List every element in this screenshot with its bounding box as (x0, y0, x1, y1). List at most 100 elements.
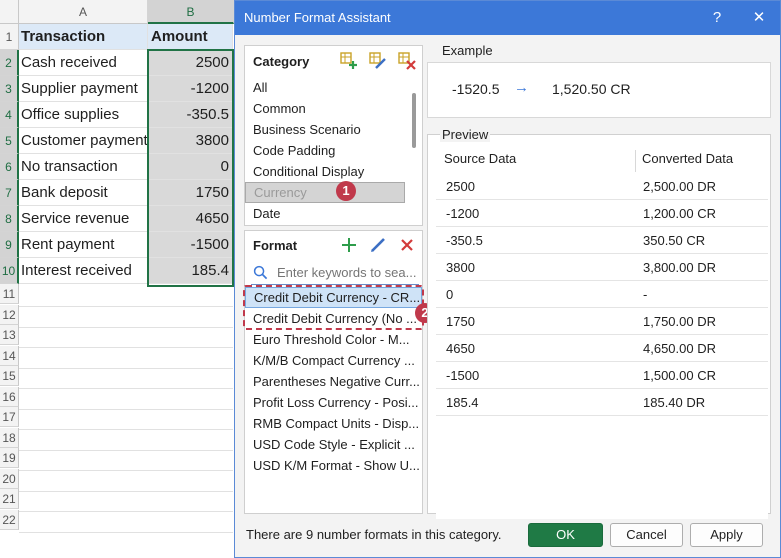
category-title: Category (253, 54, 310, 69)
apply-button[interactable]: Apply (690, 523, 763, 547)
example-source: -1520.5 (452, 81, 500, 97)
preview-converted-value: 1,750.00 DR (643, 314, 716, 329)
cell-transaction[interactable]: Rent payment (19, 232, 148, 258)
category-item[interactable]: Code Padding (245, 140, 422, 161)
select-all-corner[interactable] (0, 0, 19, 24)
empty-row[interactable] (19, 390, 233, 410)
cell-amount[interactable]: -1200 (148, 76, 233, 102)
row-header[interactable]: 11 (0, 284, 19, 304)
example-box: -1520.5 → 1,520.50 CR (427, 62, 771, 118)
row-header[interactable]: 2 (0, 50, 19, 76)
format-item[interactable]: Profit Loss Currency - Posi... (245, 392, 422, 413)
row-header[interactable]: 21 (0, 489, 19, 509)
format-item[interactable]: Credit Debit Currency (No ... (245, 308, 422, 329)
category-item[interactable]: Date (245, 203, 422, 224)
annotation-badge-1: 1 (336, 181, 356, 201)
preview-row: 1750 1,750.00 DR (436, 308, 768, 335)
column-header-b[interactable]: B (148, 0, 234, 24)
help-button[interactable]: ? (705, 8, 729, 28)
preview-source-value: 2500 (446, 179, 475, 194)
format-item[interactable]: Parentheses Negative Curr... (245, 371, 422, 392)
cell-amount[interactable]: 185.4 (148, 258, 233, 284)
category-item[interactable]: Conditional Display (245, 161, 422, 182)
column-header-a[interactable]: A (19, 0, 148, 24)
cell-amount[interactable]: -350.5 (148, 102, 233, 128)
cell-transaction[interactable]: Office supplies (19, 102, 148, 128)
row-header[interactable]: 6 (0, 154, 19, 180)
row-header[interactable]: 12 (0, 304, 19, 325)
category-item[interactable]: Business Scenario (245, 119, 422, 140)
row-header[interactable]: 19 (0, 448, 19, 468)
row-header[interactable]: 5 (0, 128, 19, 154)
row-header[interactable]: 13 (0, 325, 19, 345)
add-category-icon[interactable] (340, 52, 358, 70)
empty-row[interactable] (19, 308, 233, 328)
cell-transaction[interactable]: Customer payment (19, 128, 148, 154)
empty-row[interactable] (19, 349, 233, 369)
cell-amount[interactable]: 1750 (148, 180, 233, 206)
preview-source-value: 4650 (446, 341, 475, 356)
cell-amount[interactable]: -1500 (148, 232, 233, 258)
row-header[interactable]: 4 (0, 102, 19, 128)
format-search-input[interactable] (275, 264, 423, 281)
empty-row[interactable] (19, 472, 233, 492)
column-divider[interactable] (635, 150, 636, 172)
empty-row[interactable] (19, 451, 233, 471)
category-item[interactable]: Common (245, 98, 422, 119)
cell-transaction[interactable]: Interest received (19, 258, 148, 284)
format-item[interactable]: Credit Debit Currency - CR... (245, 287, 422, 308)
cancel-button[interactable]: Cancel (610, 523, 683, 547)
format-search-box[interactable] (251, 262, 423, 285)
row-header[interactable]: 16 (0, 386, 19, 407)
empty-row[interactable] (19, 369, 233, 389)
row-header[interactable]: 20 (0, 468, 19, 489)
delete-format-icon[interactable] (398, 236, 416, 254)
cell-transaction[interactable]: Service revenue (19, 206, 148, 232)
category-scrollbar[interactable] (412, 93, 416, 148)
ok-button[interactable]: OK (528, 523, 603, 547)
preview-source-value: -1200 (446, 206, 480, 221)
empty-row[interactable] (19, 410, 233, 430)
delete-category-icon[interactable] (398, 52, 416, 70)
empty-row[interactable] (19, 492, 233, 512)
row-header[interactable]: 22 (0, 509, 19, 530)
empty-row[interactable] (19, 287, 233, 307)
cell-transaction[interactable]: No transaction (19, 154, 148, 180)
cell-amount[interactable]: 0 (148, 154, 233, 180)
row-header[interactable]: 3 (0, 76, 19, 102)
cell-amount[interactable]: 3800 (148, 128, 233, 154)
empty-row[interactable] (19, 328, 233, 348)
row-header[interactable]: 8 (0, 206, 19, 232)
empty-row[interactable] (19, 431, 233, 451)
empty-row[interactable] (19, 513, 233, 533)
row-header[interactable]: 15 (0, 366, 19, 386)
format-item[interactable]: USD Code Style - Explicit ... (245, 434, 422, 455)
format-item[interactable]: Euro Threshold Color - M... (245, 329, 422, 350)
row-header[interactable]: 18 (0, 427, 19, 448)
cell-transaction[interactable]: Cash received (19, 50, 148, 76)
edit-format-icon[interactable] (369, 236, 387, 254)
row-header[interactable]: 9 (0, 232, 19, 258)
cell-b1[interactable]: Amount (148, 24, 233, 50)
cell-amount[interactable]: 2500 (148, 50, 233, 76)
cell-transaction[interactable]: Supplier payment (19, 76, 148, 102)
add-format-icon[interactable] (340, 236, 358, 254)
cell-transaction[interactable]: Bank deposit (19, 180, 148, 206)
preview-table: Source Data Converted Data 2500 2,500.00 … (436, 144, 768, 519)
row-header[interactable]: 14 (0, 345, 19, 366)
dialog-titlebar[interactable]: Number Format Assistant ? ✕ (235, 1, 780, 35)
cell-a1[interactable]: Transaction (19, 24, 148, 50)
format-item[interactable]: RMB Compact Units - Disp... (245, 413, 422, 434)
format-item[interactable]: USD K/M Format - Show U... (245, 455, 422, 476)
category-item[interactable]: All (245, 77, 422, 98)
row-header[interactable]: 1 (0, 24, 19, 50)
edit-category-icon[interactable] (369, 52, 387, 70)
preview-source-value: -1500 (446, 368, 480, 383)
row-header[interactable]: 10 (0, 258, 19, 284)
close-button[interactable]: ✕ (747, 8, 771, 28)
category-item[interactable]: Currency (245, 182, 405, 203)
row-header[interactable]: 17 (0, 407, 19, 427)
row-header[interactable]: 7 (0, 180, 19, 206)
cell-amount[interactable]: 4650 (148, 206, 233, 232)
format-item[interactable]: K/M/B Compact Currency ... (245, 350, 422, 371)
